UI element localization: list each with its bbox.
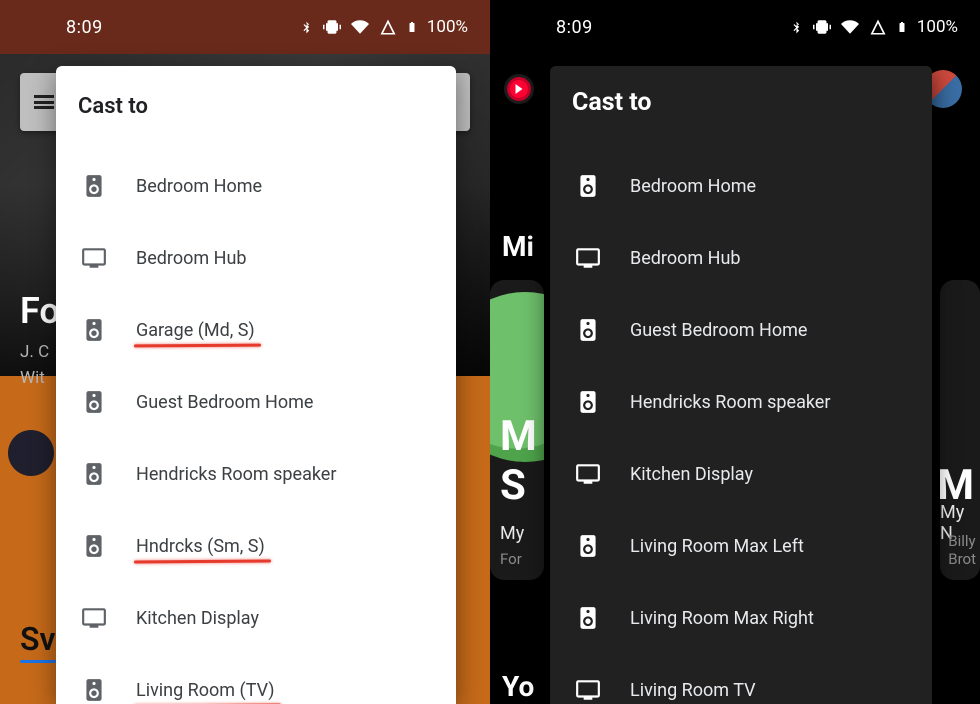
cast-sheet-light: Cast to Bedroom Home Bedroom Hub Garage (M… <box>56 66 456 704</box>
right-card-left-slice: M S My For <box>490 280 544 580</box>
cast-device-row[interactable]: Kitchen Display <box>550 438 932 510</box>
status-bar-left: 8:09 100% <box>0 0 490 54</box>
speaker-icon <box>574 172 602 200</box>
left-section-prefix: Sv <box>20 620 56 658</box>
cast-device-label: Garage (Md, S) <box>136 320 255 341</box>
cast-device-label: Bedroom Home <box>136 176 262 197</box>
left-section-underline <box>20 660 56 663</box>
battery-icon <box>896 17 908 37</box>
cast-device-label: Bedroom Hub <box>630 248 741 269</box>
cast-device-label: Kitchen Display <box>630 464 753 485</box>
speaker-icon <box>80 532 108 560</box>
cast-device-label: Bedroom Hub <box>136 248 247 269</box>
status-time: 8:09 <box>556 17 593 38</box>
cast-device-label: Living Room Max Left <box>630 536 804 557</box>
cast-device-label: Bedroom Home <box>630 176 756 197</box>
status-icons: 100% <box>790 17 958 37</box>
right-screenshot: 8:09 100% Mi Yo M S My For M My N BillyB… <box>490 0 980 704</box>
speaker-icon <box>80 676 108 704</box>
left-album-thumb <box>8 430 54 476</box>
vibrate-icon <box>323 18 341 36</box>
tv-icon <box>80 604 108 632</box>
cast-device-row[interactable]: Hndrcks (Sm, S) <box>56 510 456 582</box>
status-time: 8:09 <box>66 17 103 38</box>
cast-device-row[interactable]: Guest Bedroom Home <box>550 294 932 366</box>
left-partial-heading: Fo <box>20 290 60 332</box>
cast-device-row[interactable]: Bedroom Hub <box>550 222 932 294</box>
tv-icon <box>574 244 602 272</box>
speaker-icon <box>80 388 108 416</box>
cast-device-row[interactable]: Hendricks Room speaker <box>56 438 456 510</box>
cast-device-row[interactable]: Hendricks Room speaker <box>550 366 932 438</box>
speaker-icon <box>574 532 602 560</box>
speaker-icon <box>80 460 108 488</box>
cast-device-label: Hndrcks (Sm, S) <box>136 536 265 557</box>
speaker-icon <box>574 604 602 632</box>
right-card-right-slice: M My N BillyBrot <box>940 280 980 580</box>
tv-icon <box>80 244 108 272</box>
cast-device-row[interactable]: Living Room Max Left <box>550 510 932 582</box>
cast-device-list-left: Bedroom Home Bedroom Hub Garage (Md, S) Gue… <box>56 150 456 704</box>
cast-device-row[interactable]: Living Room Max Right <box>550 582 932 654</box>
vibrate-icon <box>813 18 831 36</box>
bluetooth-icon <box>790 18 804 36</box>
cast-device-label: Hendricks Room speaker <box>630 392 830 413</box>
cast-device-row[interactable]: Bedroom Hub <box>56 222 456 294</box>
right-section-prefix: Yo <box>502 670 534 703</box>
left-partial-meta: J. C Wit <box>20 340 49 391</box>
cast-device-label: Living Room (TV) <box>136 680 275 701</box>
cell-signal-icon <box>869 18 887 36</box>
wifi-icon <box>350 18 370 36</box>
cast-device-row[interactable]: Kitchen Display <box>56 582 456 654</box>
speaker-icon <box>80 172 108 200</box>
speaker-icon <box>80 316 108 344</box>
battery-percent: 100% <box>917 17 958 37</box>
cast-device-row[interactable]: Bedroom Home <box>56 150 456 222</box>
battery-percent: 100% <box>427 17 468 37</box>
cast-title: Cast to <box>56 66 456 149</box>
cast-device-row[interactable]: Living Room (TV) <box>56 654 456 704</box>
cast-device-row[interactable]: Living Room TV <box>550 654 932 704</box>
tv-icon <box>574 676 602 704</box>
cast-device-row[interactable]: Garage (Md, S) <box>56 294 456 366</box>
speaker-icon <box>574 388 602 416</box>
ytmusic-logo-icon[interactable] <box>504 74 534 104</box>
status-bar-right: 8:09 100% <box>490 0 980 54</box>
right-partial-heading: Mi <box>502 230 534 263</box>
wifi-icon <box>840 18 860 36</box>
cell-signal-icon <box>379 18 397 36</box>
bluetooth-icon <box>300 18 314 36</box>
cast-device-label: Living Room Max Right <box>630 608 814 629</box>
cast-device-label: Living Room TV <box>630 680 756 701</box>
speaker-icon <box>574 316 602 344</box>
cast-title: Cast to <box>550 66 932 141</box>
cast-device-list-right: Bedroom Home Bedroom Hub Guest Bedroom Hom… <box>550 150 932 704</box>
cast-device-label: Guest Bedroom Home <box>630 320 807 341</box>
hamburger-icon[interactable] <box>34 95 54 109</box>
battery-icon <box>406 17 418 37</box>
cast-device-row[interactable]: Bedroom Home <box>550 150 932 222</box>
cast-device-label: Hendricks Room speaker <box>136 464 336 485</box>
cast-sheet-dark: Cast to Bedroom Home Bedroom Hub Guest Bed… <box>550 66 932 704</box>
tv-icon <box>574 460 602 488</box>
cast-device-row[interactable]: Guest Bedroom Home <box>56 366 456 438</box>
left-screenshot: 8:09 100% Fo J. C Wit Sv Cast to Bedroom… <box>0 0 490 704</box>
status-icons: 100% <box>300 17 468 37</box>
cast-device-label: Guest Bedroom Home <box>136 392 313 413</box>
cast-device-label: Kitchen Display <box>136 608 259 629</box>
